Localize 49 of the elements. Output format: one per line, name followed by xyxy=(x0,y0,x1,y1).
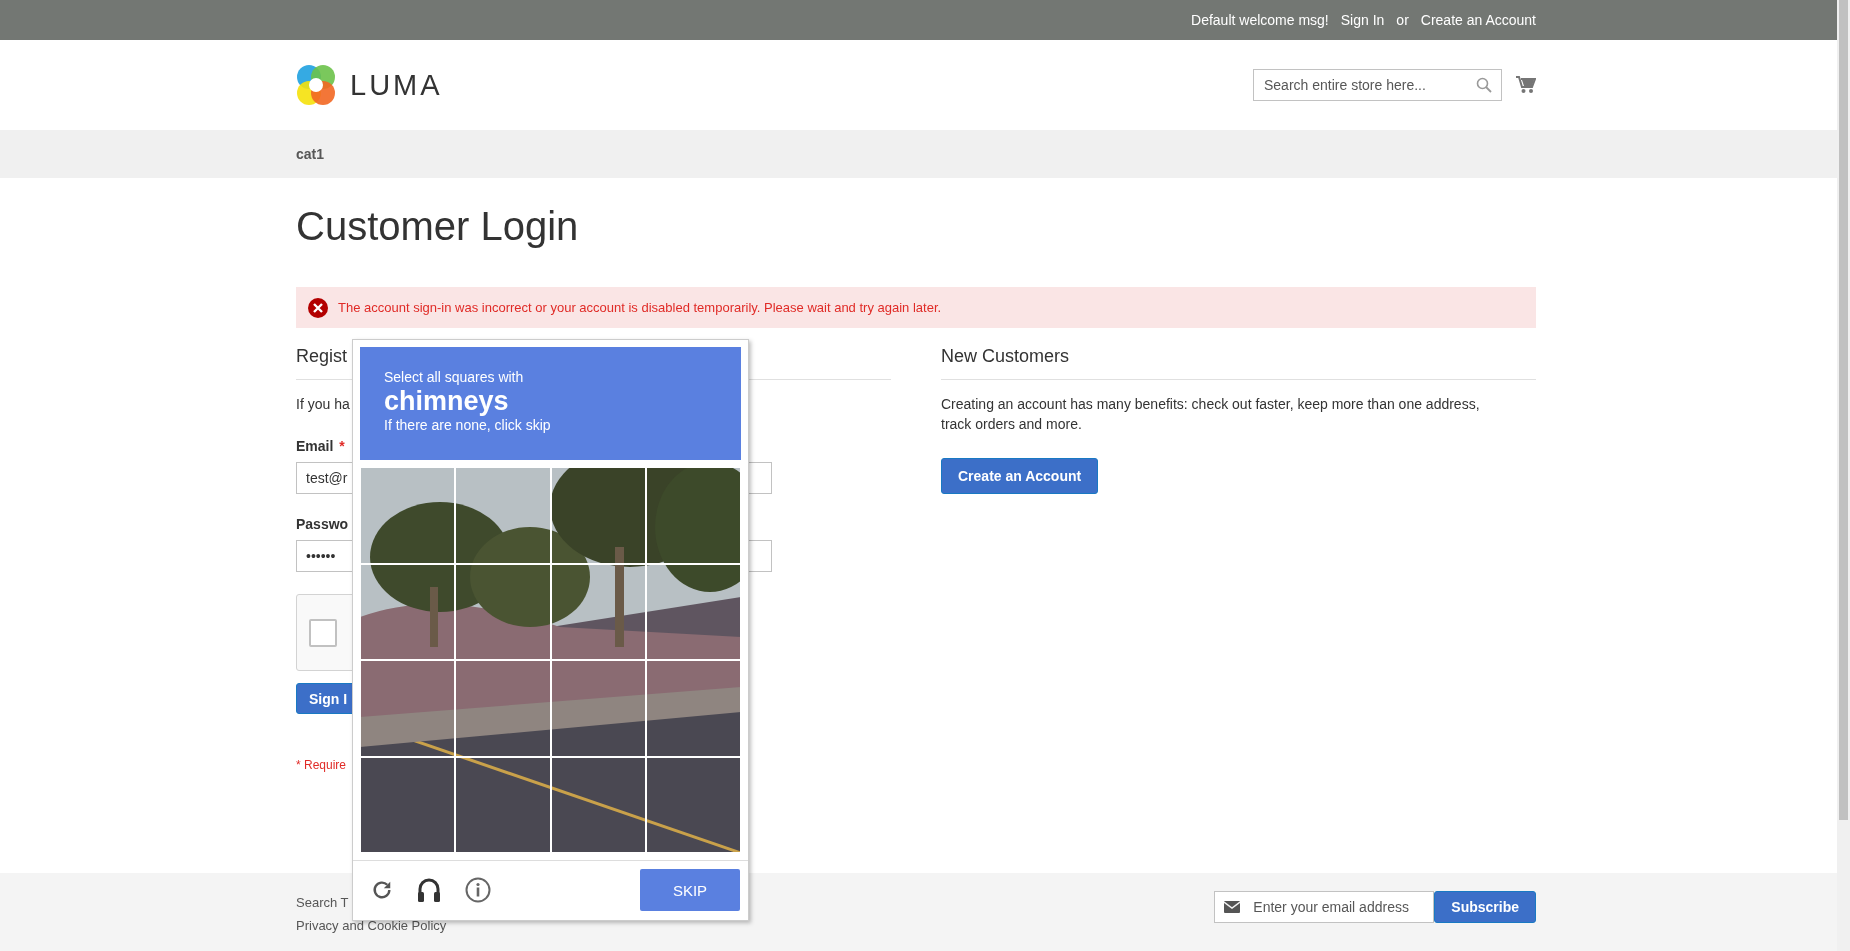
search-icon[interactable] xyxy=(1476,77,1492,93)
sign-in-link[interactable]: Sign In xyxy=(1340,12,1385,28)
image-tile[interactable] xyxy=(550,660,646,757)
reload-icon[interactable] xyxy=(371,879,393,901)
image-tile[interactable] xyxy=(360,756,456,853)
image-tile[interactable] xyxy=(550,563,646,660)
nav-item[interactable]: cat1 xyxy=(296,146,325,162)
recaptcha-checkbox[interactable] xyxy=(309,618,337,647)
captcha-target: chimneys xyxy=(384,385,510,417)
password-label: Passwo xyxy=(296,516,349,532)
captcha-hint: If there are none, click skip xyxy=(384,417,552,433)
search-field[interactable]: Search entire store here... xyxy=(1253,69,1502,101)
email-label: Email xyxy=(296,438,334,454)
page-title: Customer Login xyxy=(296,204,580,249)
create-account-button[interactable]: Create an Account xyxy=(941,458,1099,494)
subscribe-button[interactable]: Subscribe xyxy=(1434,891,1536,923)
info-icon[interactable] xyxy=(465,877,491,903)
required-note: * Require xyxy=(296,758,348,772)
image-tile[interactable] xyxy=(360,467,456,564)
image-tile[interactable] xyxy=(645,756,741,853)
mail-icon xyxy=(1224,901,1241,913)
benefits-text: Creating an account has many benefits: check out faster, keep more than one address, track orders and more. xyxy=(941,395,1481,434)
image-tile[interactable] xyxy=(455,467,551,564)
image-tile[interactable] xyxy=(455,660,551,757)
logo-icon[interactable] xyxy=(296,64,336,106)
image-tile[interactable] xyxy=(360,563,456,660)
cart-icon[interactable] xyxy=(1516,76,1536,94)
footer-link[interactable]: Privacy and Cookie Policy xyxy=(296,918,447,933)
headphones-icon[interactable] xyxy=(417,877,441,903)
image-tile[interactable] xyxy=(360,660,456,757)
logo-text[interactable]: LUMA xyxy=(350,68,443,102)
image-tile[interactable] xyxy=(645,563,741,660)
newsletter-field[interactable]: Enter your email address xyxy=(1214,891,1435,923)
image-tile[interactable] xyxy=(455,563,551,660)
image-tile[interactable] xyxy=(645,467,741,564)
image-tile[interactable] xyxy=(550,756,646,853)
required-mark: * xyxy=(339,438,345,454)
separator-text: or xyxy=(1396,12,1409,28)
scrollbar[interactable] xyxy=(1837,0,1850,951)
image-tile[interactable] xyxy=(550,467,646,564)
image-tile[interactable] xyxy=(645,660,741,757)
section-heading: New Customers xyxy=(941,340,1536,380)
error-icon xyxy=(308,297,328,318)
intro-text: If you ha xyxy=(296,395,350,414)
error-message: The account sign-in was incorrect or your account is disabled temporarily. Please wait and try again later. xyxy=(338,300,942,315)
image-tile[interactable] xyxy=(455,756,551,853)
skip-button[interactable]: SKIP xyxy=(640,869,740,911)
welcome-message: Default welcome msg! xyxy=(1191,12,1329,28)
create-account-link[interactable]: Create an Account xyxy=(1420,12,1536,28)
